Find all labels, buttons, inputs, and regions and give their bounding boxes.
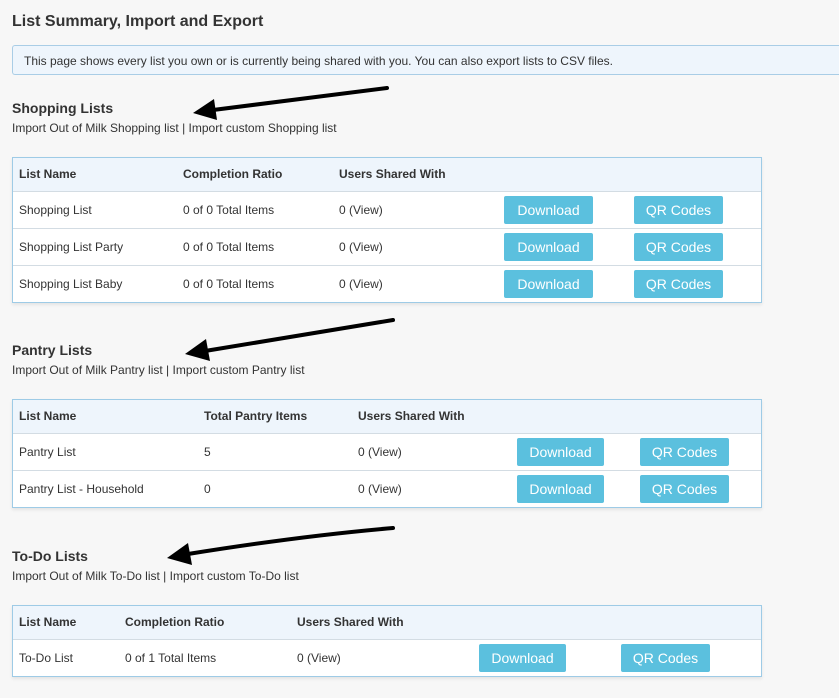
annotation-arrows xyxy=(167,86,395,565)
arrow-icon xyxy=(193,86,389,120)
arrow-icon xyxy=(185,318,395,361)
arrow-icon xyxy=(167,526,395,565)
